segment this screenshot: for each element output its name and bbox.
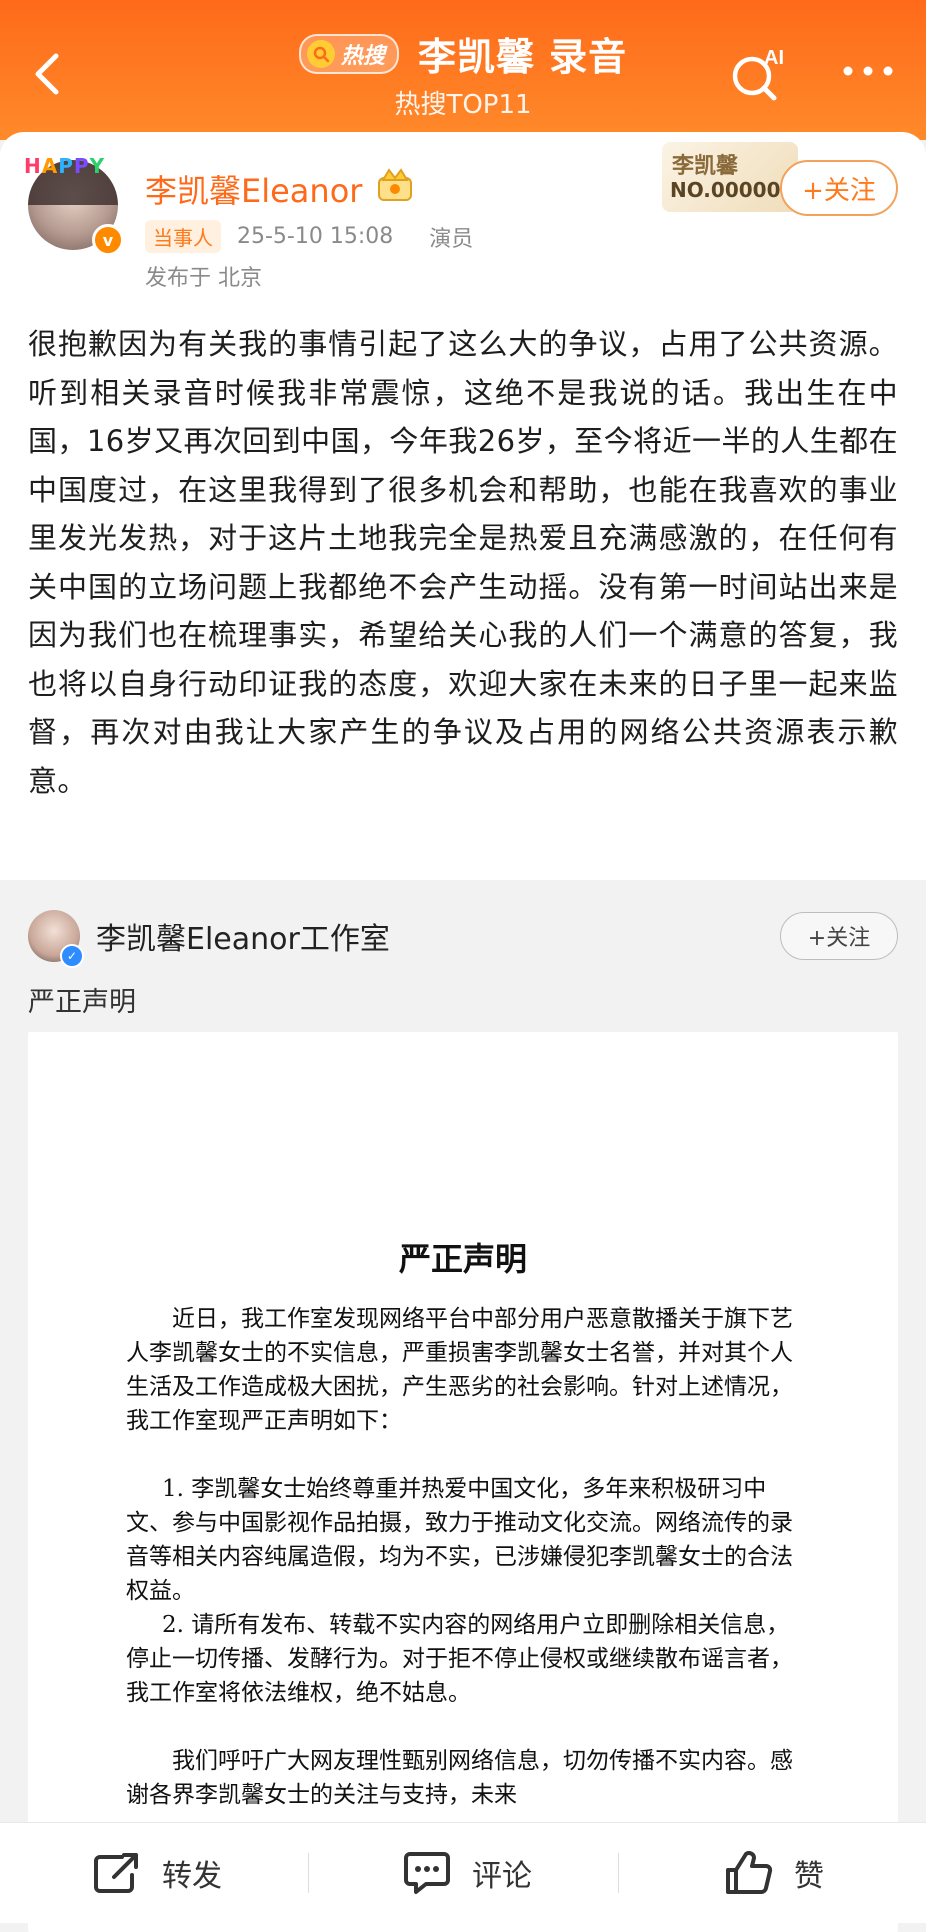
post-username[interactable]: 李凯馨Eleanor — [145, 166, 362, 212]
quoted-username[interactable]: 李凯馨Eleanor工作室 — [96, 914, 390, 958]
repost-label: 转发 — [162, 1859, 222, 1894]
repost-icon — [94, 1853, 138, 1893]
page-title: 李凯馨 录音 — [417, 35, 628, 79]
post-time: 25-5-10 15:08 — [237, 224, 394, 249]
quoted-text: 严正声明 — [28, 987, 136, 1018]
comment-icon — [404, 1852, 450, 1894]
verified-badge-icon: ✓ — [60, 944, 84, 968]
thumbs-up-icon — [726, 1851, 773, 1894]
statement-item-2: 2. 请所有发布、转载不实内容的网络用户立即删除相关信息，停止一切传播、发酵行为… — [126, 1612, 793, 1706]
hot-search-badge-label: 热搜 — [340, 43, 385, 69]
hot-search-badge: 热搜 — [298, 33, 399, 74]
statement-title: 严正声明 — [398, 1240, 527, 1278]
search-icon — [306, 39, 335, 68]
post-card: HAPPY v 李凯馨Eleanor 当事人 25-5-10 15:08 演员 … — [0, 132, 926, 880]
comment-button[interactable]: 评论 — [402, 1823, 532, 1923]
avatar-happy-decoration: HAPPY — [24, 154, 106, 178]
statement-item-1: 1. 李凯馨女士始终尊重并热爱中国文化，多年来积极研习中文、参与中国影视作品拍摄… — [126, 1476, 793, 1604]
user-role: 演员 — [429, 226, 474, 252]
fan-badge-number: NO.000000 — [670, 178, 795, 202]
statement-image[interactable]: 严正声明 近日，我工作室发现网络平台中部分用户恶意散播关于旗下艺人李凯馨女士的不… — [28, 1032, 898, 1932]
quoted-post[interactable]: ✓ 李凯馨Eleanor工作室 +关注 严正声明 严正声明 近日，我工作室发现网… — [0, 880, 926, 1932]
more-options-icon[interactable] — [838, 56, 898, 86]
statement-paragraph-2: 我们呼吁广大网友理性甄别网络信息，切勿传播不实内容。感谢各界李凯馨女士的关注与支… — [126, 1748, 793, 1808]
quoted-follow-button[interactable]: +关注 — [780, 912, 898, 960]
verified-badge-icon: v — [92, 224, 124, 256]
fan-number-badge[interactable]: 李凯馨 NO.000000 — [662, 142, 798, 212]
like-button[interactable]: 赞 — [724, 1823, 824, 1923]
crown-icon — [378, 168, 412, 201]
repost-button[interactable]: 转发 — [92, 1823, 222, 1923]
like-label: 赞 — [794, 1859, 824, 1894]
fan-badge-name: 李凯馨 — [672, 154, 739, 179]
post-meta: 当事人 25-5-10 15:08 演员 — [145, 220, 473, 253]
statement-paragraph: 近日，我工作室发现网络平台中部分用户恶意散播关于旗下艺人李凯馨女士的不实信息，严… — [126, 1306, 793, 1434]
ai-search-icon[interactable]: AI — [728, 44, 788, 104]
party-tag: 当事人 — [145, 220, 221, 253]
comment-label: 评论 — [472, 1859, 532, 1894]
header: 热搜 李凯馨 录音 热搜TOP11 AI — [0, 0, 926, 140]
ai-label: AI — [764, 47, 784, 69]
post-body-text: 很抱歉因为有关我的事情引起了这么大的争议，占用了公共资源。听到相关录音时候我非常… — [28, 327, 898, 798]
follow-button[interactable]: +关注 — [780, 160, 898, 216]
post-location: 发布于 北京 — [145, 266, 262, 291]
statement-body: 近日，我工作室发现网络平台中部分用户恶意散播关于旗下艺人李凯馨女士的不实信息，严… — [126, 1302, 804, 1812]
bottom-action-bar: 转发 评论 赞 — [0, 1822, 926, 1923]
